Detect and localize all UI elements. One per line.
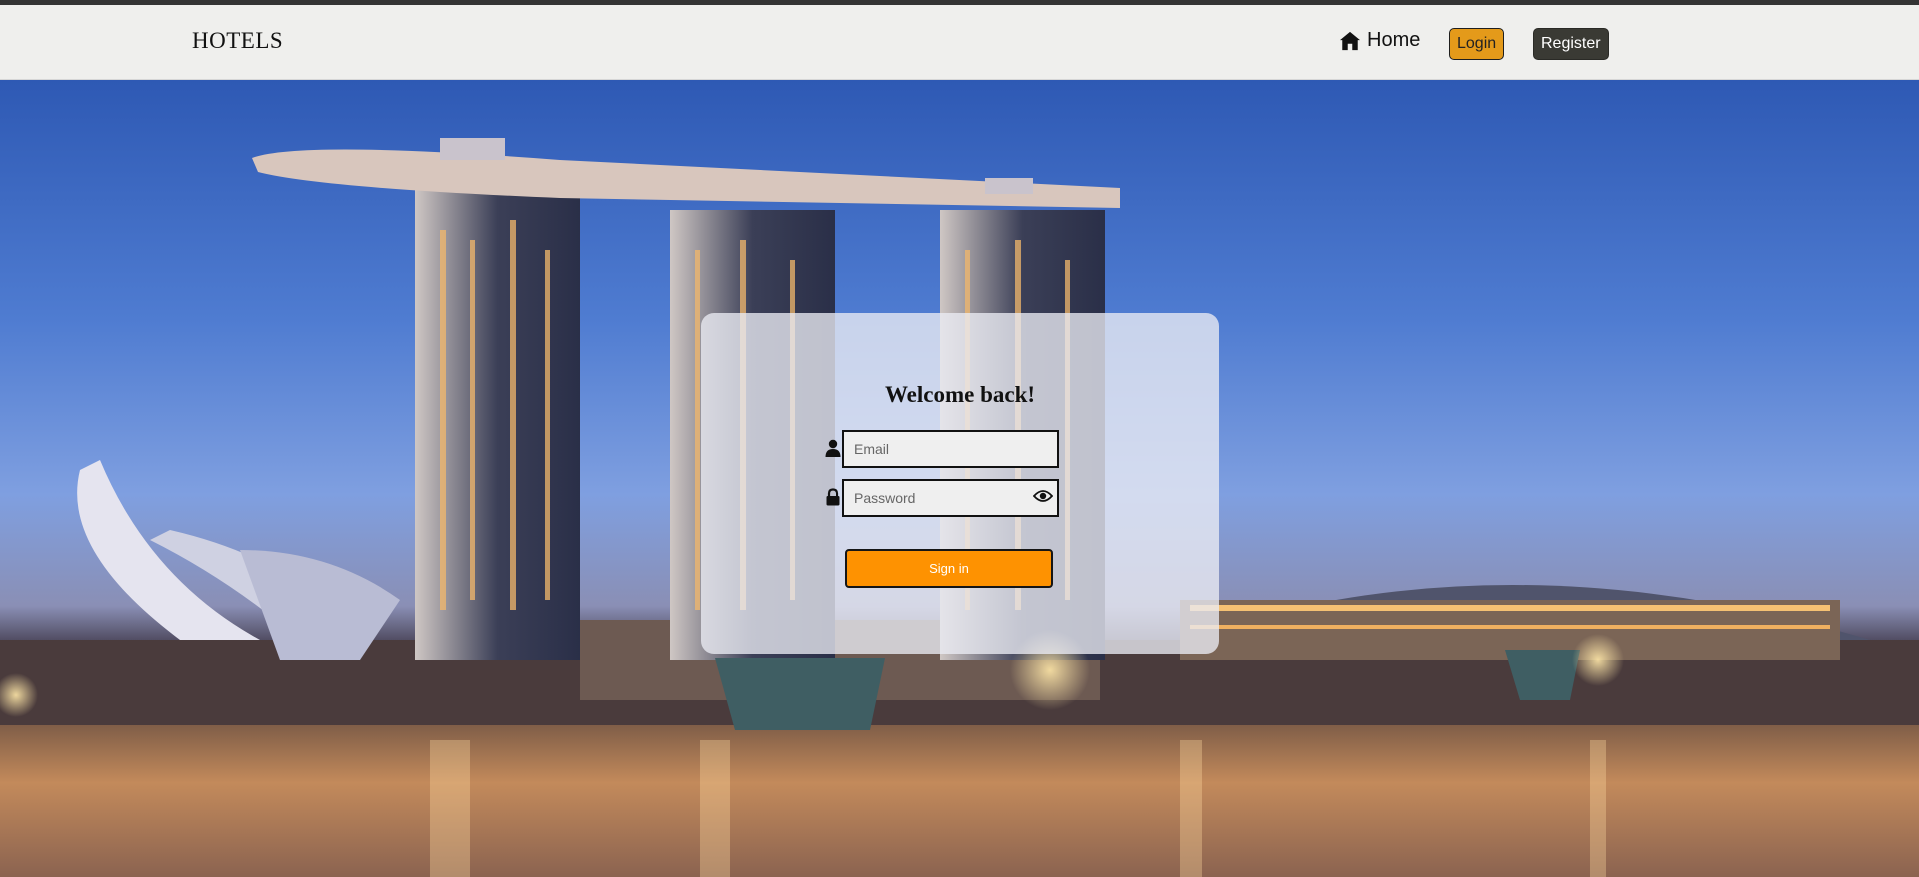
password-field[interactable] (842, 479, 1059, 517)
navbar: HOTELS Home Login Register (0, 5, 1919, 80)
login-title: Welcome back! (884, 382, 1036, 407)
eye-icon[interactable] (1033, 489, 1053, 503)
email-field[interactable] (842, 430, 1059, 468)
sign-in-button[interactable]: Sign in (845, 549, 1053, 588)
home-icon (1340, 31, 1360, 50)
hero-background: Welcome back! Sign in (0, 80, 1919, 877)
nav-home-link[interactable]: Home (1339, 29, 1420, 52)
nav-home-label: Home (1367, 29, 1421, 51)
brand-logo[interactable]: HOTELS (192, 28, 283, 54)
user-icon (825, 439, 841, 457)
register-button[interactable]: Register (1533, 28, 1609, 60)
login-button[interactable]: Login (1449, 28, 1505, 60)
lock-icon (826, 488, 840, 506)
login-card: Welcome back! Sign in (701, 313, 1219, 654)
